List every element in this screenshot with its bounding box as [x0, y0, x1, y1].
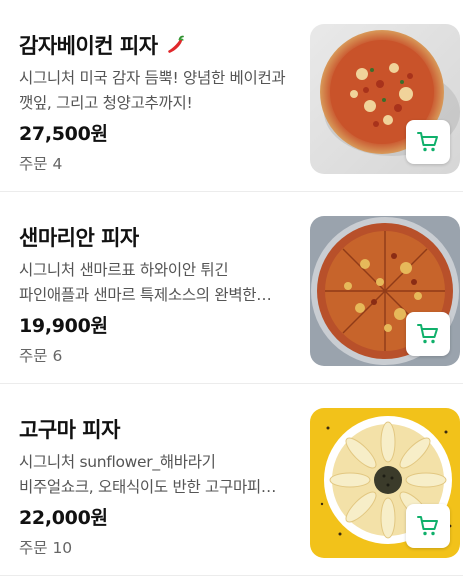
pizza-photo[interactable] — [310, 216, 460, 366]
menu-item-price: 27,500원 — [19, 123, 108, 145]
menu-item-price: 22,000원 — [19, 507, 108, 529]
shopping-cart-icon — [417, 324, 438, 344]
chili-pepper-icon — [164, 33, 188, 57]
menu-item-order-count: 주문 6 — [19, 347, 63, 365]
menu-item-order-count: 주문 10 — [19, 539, 73, 557]
menu-item-title-row: 감자베이컨 피자 — [19, 31, 287, 59]
shopping-cart-icon — [417, 516, 438, 536]
menu-item-info: 샌마리안 피자 시그니처 샌마르표 하와이안 튀긴 파인애플과 샌마르 특제소스… — [19, 223, 287, 368]
menu-list: 감자베이컨 피자 시그니처 미국 감자 듬뿍! 양념한 베이컨과 깻잎, 그리고… — [0, 0, 463, 576]
add-to-cart-button[interactable] — [406, 120, 450, 164]
pizza-photo[interactable] — [310, 24, 460, 174]
menu-item-name: 감자베이컨 피자 — [19, 34, 158, 58]
menu-item-name: 샌마리안 피자 — [19, 226, 139, 250]
menu-item-info: 감자베이컨 피자 시그니처 미국 감자 듬뿍! 양념한 베이컨과 깻잎, 그리고… — [19, 31, 287, 176]
menu-item-name: 고구마 피자 — [19, 418, 120, 442]
add-to-cart-button[interactable] — [406, 312, 450, 356]
menu-item[interactable]: 감자베이컨 피자 시그니처 미국 감자 듬뿍! 양념한 베이컨과 깻잎, 그리고… — [0, 0, 463, 192]
pizza-photo[interactable] — [310, 408, 460, 558]
menu-item-description: 시그니처 미국 감자 듬뿍! 양념한 베이컨과 깻잎, 그리고 청양고추까지! — [19, 69, 286, 112]
menu-item-price: 19,900원 — [19, 315, 108, 337]
menu-item-description: 시그니처 sunflower_해바라기 비주얼쇼크, 오태식이도 반한 고구마피… — [19, 453, 275, 496]
menu-item-title-row: 고구마 피자 — [19, 415, 287, 443]
menu-item[interactable]: 샌마리안 피자 시그니처 샌마르표 하와이안 튀긴 파인애플과 샌마르 특제소스… — [0, 192, 463, 384]
menu-item-description: 시그니처 샌마르표 하와이안 튀긴 파인애플과 샌마르 특제소스의 완벽한 조화 — [19, 261, 257, 304]
menu-item-title-row: 샌마리안 피자 — [19, 223, 287, 251]
shopping-cart-icon — [417, 132, 438, 152]
menu-item-order-count: 주문 4 — [19, 155, 63, 173]
add-to-cart-button[interactable] — [406, 504, 450, 548]
menu-item-info: 고구마 피자 시그니처 sunflower_해바라기 비주얼쇼크, 오태식이도 … — [19, 415, 287, 560]
menu-item[interactable]: 고구마 피자 시그니처 sunflower_해바라기 비주얼쇼크, 오태식이도 … — [0, 384, 463, 576]
